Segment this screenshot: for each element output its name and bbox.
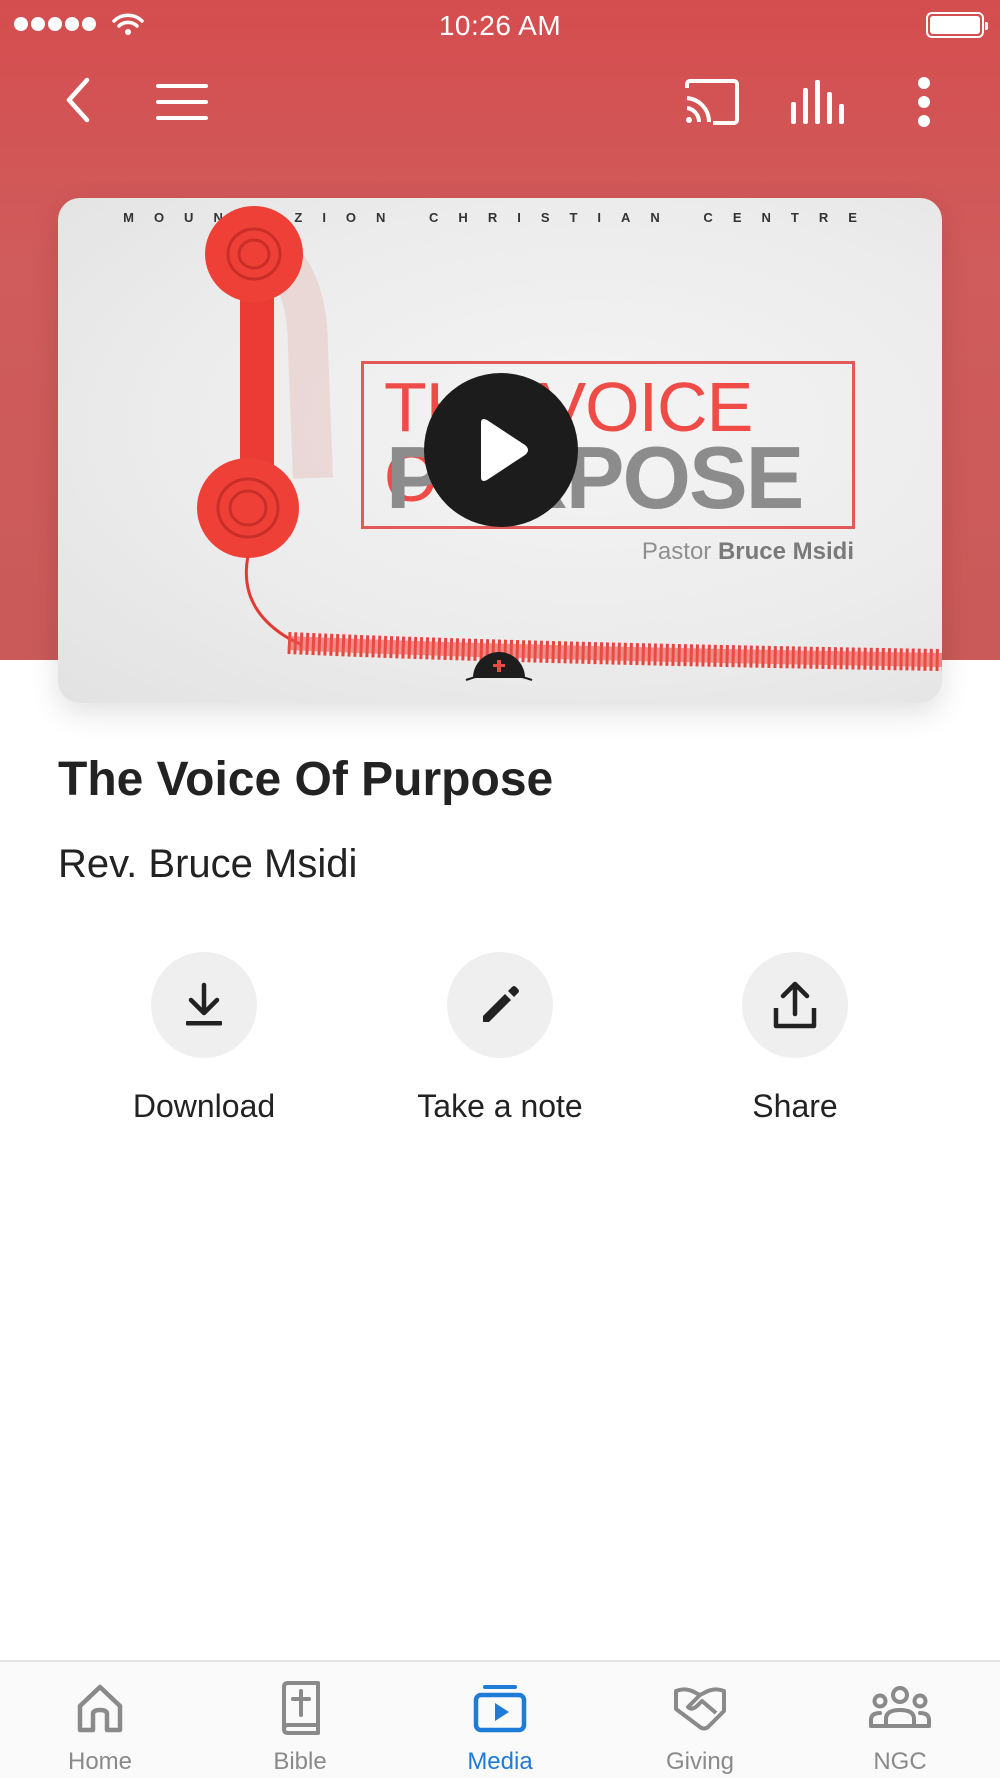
pencil-icon [483, 986, 519, 1022]
download-circle[interactable] [151, 952, 257, 1058]
bottom-tab-bar: Home Bible Media Giving NGC [0, 1660, 1000, 1778]
tab-giving[interactable]: Giving [600, 1662, 800, 1778]
download-icon [186, 982, 222, 1026]
artwork-pastor-name: Bruce Msidi [717, 538, 854, 565]
play-button[interactable] [424, 373, 578, 527]
bible-icon [282, 1681, 320, 1735]
menu-button[interactable] [150, 74, 214, 130]
media-icon [473, 1685, 527, 1733]
cast-button[interactable] [680, 72, 744, 132]
download-button[interactable]: Download [89, 952, 319, 1125]
group-icon [869, 1686, 931, 1728]
artwork-pastor: Pastor Bruce Msidi [642, 538, 854, 566]
share-icon [773, 981, 817, 1029]
tab-bible[interactable]: Bible [200, 1662, 400, 1778]
status-time: 10:26 AM [438, 10, 562, 41]
tab-home-label: Home [67, 1748, 133, 1775]
artwork-pastor-prefix: Pastor [641, 538, 712, 565]
share-button[interactable]: Share [680, 952, 910, 1125]
share-label: Share [752, 1088, 838, 1124]
tab-home[interactable]: Home [0, 1662, 200, 1778]
battery-icon [926, 12, 988, 38]
tab-media-label: Media [467, 1748, 533, 1775]
take-note-label: Take a note [417, 1088, 583, 1124]
home-icon [77, 1684, 123, 1733]
equalizer-icon [791, 80, 844, 124]
cast-icon [685, 79, 739, 125]
equalizer-button[interactable] [786, 72, 850, 132]
download-label: Download [132, 1088, 276, 1124]
take-note-button[interactable]: Take a note [385, 952, 615, 1125]
sermon-artwork[interactable]: MOUNT ZION CHRISTIAN CENTRE THE VOICE OF… [58, 198, 942, 703]
sermon-speaker: Rev. Bruce Msidi [58, 842, 358, 886]
share-circle[interactable] [742, 952, 848, 1058]
tab-ngc[interactable]: NGC [800, 1662, 1000, 1778]
sermon-title: The Voice Of Purpose [58, 753, 554, 806]
more-vertical-icon [918, 77, 930, 127]
tab-ngc-label: NGC [873, 1748, 927, 1775]
take-note-circle[interactable] [447, 952, 553, 1058]
chevron-left-icon [66, 77, 90, 123]
tab-bible-label: Bible [273, 1748, 327, 1775]
back-button[interactable] [50, 70, 106, 130]
more-button[interactable] [900, 72, 948, 132]
tab-media[interactable]: Media [400, 1662, 600, 1778]
play-icon [481, 419, 528, 481]
hamburger-icon [156, 84, 208, 120]
giving-icon [674, 1687, 726, 1731]
tab-giving-label: Giving [665, 1748, 735, 1775]
status-bar: 10:26 AM [0, 0, 1000, 50]
